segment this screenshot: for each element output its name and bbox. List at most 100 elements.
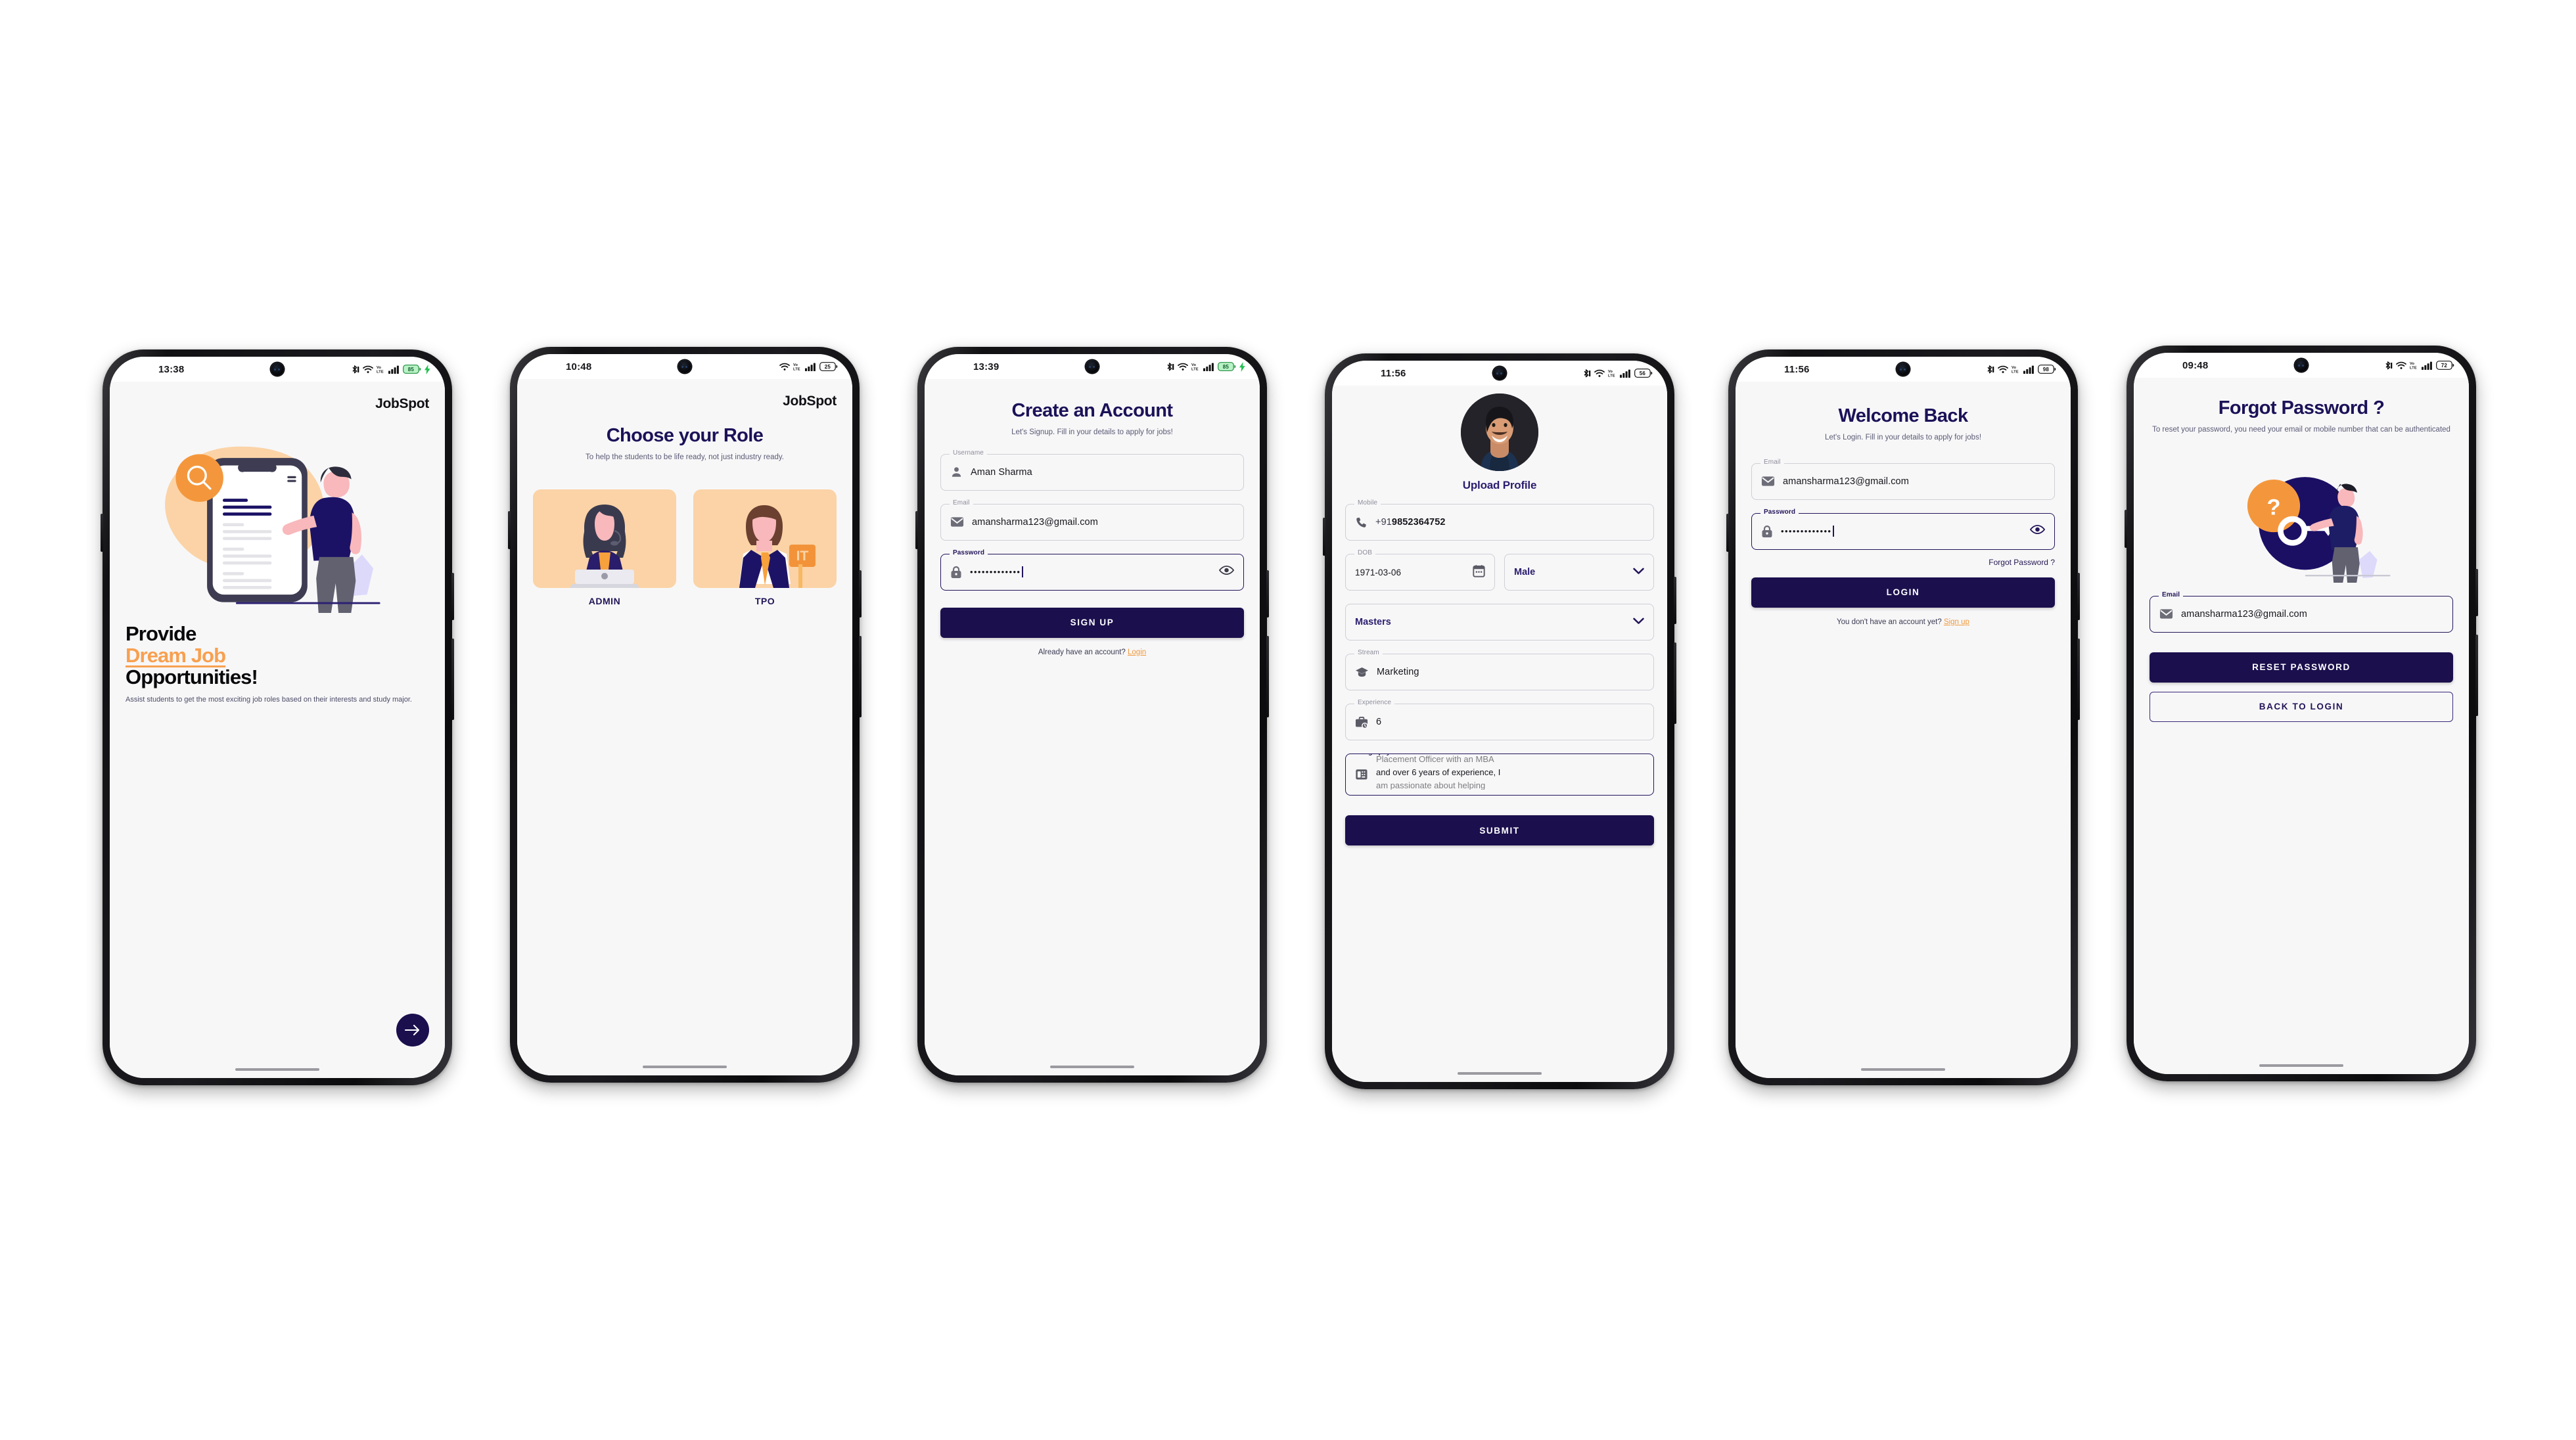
back-to-login-button[interactable]: BACK TO LOGIN [2150, 691, 2453, 722]
volume-button[interactable] [101, 514, 103, 552]
volume-button[interactable] [2125, 510, 2127, 548]
gesture-bar[interactable] [1332, 1065, 1667, 1082]
stream-field[interactable]: Stream Marketing [1345, 649, 1654, 690]
volume-button[interactable] [508, 511, 511, 549]
email-field[interactable]: Email amansharma123@gmail.com [2150, 591, 2453, 633]
page-title: Choose your Role [606, 425, 764, 446]
chevron-down-icon [1633, 568, 1644, 574]
front-camera [1897, 363, 1910, 376]
mail-icon [1761, 476, 1775, 486]
svg-text:?: ? [2267, 495, 2281, 520]
signal-icon [1620, 369, 1630, 378]
submit-button[interactable]: SUBMIT [1345, 815, 1654, 845]
battery-icon: 25 [819, 362, 838, 371]
gesture-bar[interactable] [2134, 1057, 2469, 1074]
wifi-icon [2396, 361, 2406, 369]
battery-percent-label: 85 [408, 367, 415, 372]
brand-label: JobSpot [375, 396, 429, 411]
forgot-password-link[interactable]: Forgot Password ? [1751, 558, 2055, 567]
login-button[interactable]: LOGIN [1751, 577, 2055, 608]
email-value: amansharma123@gmail.com [2181, 608, 2307, 619]
signup-link[interactable]: Sign up [1944, 618, 1969, 626]
hero-title: Provide Dream Job Opportunities! [126, 623, 429, 688]
page-title: Create an Account [1011, 400, 1174, 421]
login-body: Welcome Back Let's Login. Fill in your d… [1736, 382, 2071, 1061]
role-card-admin[interactable]: ADMIN [533, 489, 676, 606]
email-field[interactable]: Email amansharma123@gmail.com [1751, 458, 2055, 500]
login-prompt-text: Already have an account? [1038, 648, 1126, 656]
status-time: 13:39 [973, 361, 1000, 372]
battery-percent-label: 56 [1640, 371, 1646, 376]
experience-label: Experience [1354, 699, 1395, 706]
dob-field[interactable]: DOB 1971-03-06 [1345, 549, 1495, 591]
screen-choose-role: 10:48 Vo LTE 25 JobSpot Choose your Role … [517, 354, 852, 1075]
battery-icon: 85 [1218, 362, 1236, 371]
signup-body: Create an Account Let's Signup. Fill in … [925, 379, 1260, 1058]
status-bar: 09:48 Vo LTE 72 [2134, 353, 2469, 378]
biography-line-bottom: am passionate about helping [1376, 780, 1486, 790]
status-icons: Vo LTE 72 [2384, 361, 2454, 371]
username-field[interactable]: Username Aman Sharma [940, 449, 1244, 491]
signal-icon [805, 363, 816, 371]
email-value: amansharma123@gmail.com [972, 516, 1098, 528]
status-time: 13:38 [158, 363, 185, 375]
bluetooth-icon [1584, 369, 1591, 377]
gesture-bar[interactable] [925, 1058, 1260, 1075]
degree-value: Masters [1355, 617, 1391, 627]
role-list: ADMIN IT TPO [533, 489, 837, 606]
svg-text:Vo: Vo [793, 363, 798, 367]
status-time: 09:48 [2182, 359, 2209, 371]
signup-button[interactable]: SIGN UP [940, 607, 1244, 638]
password-field[interactable]: Password ••••••••••••• [940, 549, 1244, 591]
mobile-value: +919852364752 [1375, 517, 1446, 528]
toggle-password-visibility-button[interactable] [1218, 565, 1235, 579]
stream-label: Stream [1354, 649, 1383, 656]
status-bar: 10:48 Vo LTE 25 [517, 354, 852, 379]
password-field[interactable]: Password ••••••••••••• [1751, 508, 2055, 550]
reset-password-button[interactable]: RESET PASSWORD [2150, 652, 2453, 683]
bluetooth-icon [2385, 361, 2393, 369]
front-camera [678, 360, 691, 373]
screen-upload-profile: 11:56 Vo LTE 56 Upload Profile Mobile +9… [1332, 361, 1667, 1082]
wifi-icon [363, 365, 373, 373]
gesture-bar[interactable] [1736, 1061, 2071, 1078]
stream-value: Marketing [1377, 667, 1419, 677]
wifi-icon [1178, 363, 1188, 371]
volume-button[interactable] [1323, 518, 1325, 556]
volume-button[interactable] [1726, 514, 1729, 552]
mobile-field[interactable]: Mobile +919852364752 [1345, 499, 1654, 541]
screen-onboarding: 13:38 Vo LTE 85 JobSpot Provide Dream Jo… [110, 357, 445, 1078]
hero-description: Assist students to get the most exciting… [126, 695, 412, 704]
biography-field[interactable]: Biography Placement Officer with an MBA … [1345, 754, 1654, 796]
bluetooth-icon [1167, 362, 1174, 371]
degree-select[interactable]: Masters [1345, 604, 1654, 641]
login-link[interactable]: Login [1128, 648, 1146, 656]
date-picker-button[interactable] [1473, 564, 1485, 581]
gesture-bar[interactable] [517, 1058, 852, 1075]
next-button[interactable] [396, 1014, 429, 1046]
biography-line-mid: and over 6 years of experience, I [1376, 767, 1501, 778]
avatar[interactable] [1461, 394, 1538, 471]
gender-select[interactable]: Male [1504, 554, 1654, 591]
svg-text:Vo: Vo [2012, 366, 2017, 370]
front-camera [1086, 360, 1099, 373]
bio-icon [1356, 769, 1368, 780]
avatar-section: Upload Profile [1345, 394, 1654, 492]
gesture-bar[interactable] [110, 1061, 445, 1078]
toggle-password-visibility-button[interactable] [2029, 524, 2046, 538]
email-field[interactable]: Email amansharma123@gmail.com [940, 499, 1244, 541]
svg-text:Vo: Vo [1191, 363, 1197, 367]
experience-field[interactable]: Experience 6 [1345, 699, 1654, 740]
key-question-illustration: ? [2150, 458, 2453, 596]
role-card-tpo[interactable]: IT TPO [693, 489, 837, 606]
bluetooth-icon [352, 365, 359, 373]
phone-onboarding: 13:38 Vo LTE 85 JobSpot Provide Dream Jo… [101, 349, 454, 1085]
phone-choose-role: 10:48 Vo LTE 25 JobSpot Choose your Role … [508, 347, 862, 1083]
svg-text:LTE: LTE [1191, 368, 1199, 371]
status-icons: Vo LTE 85 [351, 364, 430, 374]
volume-button[interactable] [915, 511, 918, 549]
volte-icon: VoLTE [1608, 370, 1615, 378]
battery-icon: 98 [2038, 365, 2056, 374]
wifi-icon [1594, 369, 1605, 377]
avatar-caption: Upload Profile [1462, 479, 1537, 491]
